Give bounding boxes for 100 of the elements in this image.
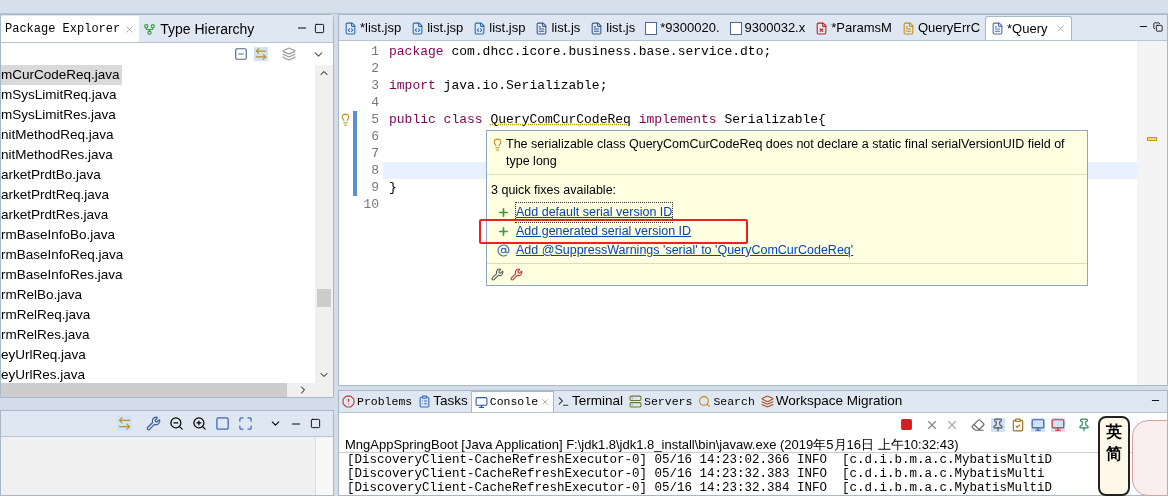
file-tree-item[interactable]: mCurCodeReq.java — [1, 65, 122, 85]
quick-fix-link[interactable]: Add default serial version ID — [516, 202, 673, 222]
file-tree-item[interactable]: eyUrlRes.java — [1, 365, 88, 385]
problem-message: The serializable class QueryComCurCodeReq does not declare a static final serialVersionUID field of type long — [506, 136, 1066, 170]
warning-lightbulb-icon[interactable] — [339, 113, 352, 126]
vertical-scrollbar[interactable] — [315, 65, 333, 383]
configure-icon[interactable] — [491, 268, 504, 281]
file-tree-item[interactable]: arketPrdtBo.java — [1, 165, 103, 185]
quick-fix-link[interactable]: Add @SuppressWarnings 'serial' to 'QueryComCurCodeReq' — [516, 240, 854, 260]
editor-tab[interactable]: *ParamsM — [810, 16, 897, 40]
configure-problem-icon[interactable] — [510, 268, 523, 281]
editor-tab[interactable]: QueryErrC — [896, 16, 986, 40]
code-token: java.io.Serializable; — [443, 77, 608, 94]
code-token: com.dhcc.icore.business.base.service.dto; — [451, 43, 772, 60]
editor-tab[interactable]: list.jsp — [406, 16, 469, 40]
view-tab[interactable]: Package Explorer — [1, 16, 140, 42]
file-tree-item[interactable]: eyUrlReq.java — [1, 345, 88, 365]
pin-console-icon[interactable] — [1077, 417, 1091, 432]
jsp-file-icon — [411, 21, 425, 35]
code-token: implements — [638, 111, 717, 128]
code-token: Serializable{ — [724, 111, 826, 128]
code-token: } — [389, 179, 397, 196]
line-number: 1 — [370, 43, 380, 60]
console-line: [DiscoveryClient-CacheRefreshExecutor-0] 05/16 14:23:32.383 INFO [c.d.i.b.m.a.c.MybatisMulti — [347, 467, 1045, 481]
code-token: public class — [389, 111, 483, 128]
fit-icon[interactable] — [238, 416, 253, 431]
terminate-icon[interactable] — [900, 418, 913, 431]
view-tab[interactable]: Search — [695, 391, 758, 412]
editor-tab[interactable]: *list.jsp — [339, 16, 407, 40]
line-number: 6 — [370, 128, 380, 145]
clear-console-icon[interactable] — [971, 417, 985, 432]
warning-marker[interactable] — [1147, 137, 1157, 141]
file-tree-item[interactable]: arketPrdtReq.java — [1, 185, 112, 205]
file-tree-item[interactable]: mSysLimitReq.java — [1, 85, 119, 105]
quick-fix-summary: 3 quick fixes available: — [490, 182, 618, 199]
view-tab[interactable]: Servers — [626, 391, 696, 412]
link-icon[interactable] — [254, 47, 268, 61]
tool-icon[interactable] — [146, 416, 161, 431]
at-sign-icon — [497, 243, 510, 257]
scroll-lock-icon[interactable] — [991, 417, 1005, 432]
file-tree-item[interactable]: arketPrdtRes.java — [1, 205, 111, 225]
editor-tab[interactable]: list.js — [530, 16, 586, 40]
quick-fix-link[interactable]: Add generated serial version ID — [516, 221, 692, 241]
layers-icon — [760, 395, 774, 408]
code-token: package — [389, 43, 444, 60]
zoom-100-icon[interactable] — [215, 416, 230, 431]
word-wrap-icon[interactable] — [1011, 417, 1025, 432]
scroll-thumb[interactable] — [317, 289, 331, 307]
line-number: 10 — [362, 196, 380, 213]
tasks-icon — [418, 395, 432, 408]
java-file-warning-icon — [901, 21, 915, 35]
line-number: 2 — [370, 60, 380, 77]
line-number: 7 — [370, 145, 380, 162]
warning-lightbulb-icon — [491, 138, 504, 151]
maximize-icon[interactable] — [314, 23, 325, 34]
plus-icon — [497, 205, 510, 219]
maximize-icon[interactable] — [310, 418, 321, 429]
restore-icon[interactable] — [1153, 22, 1163, 32]
file-tree-item[interactable]: rmBaseInfoRes.java — [1, 265, 125, 285]
console-line: [DiscoveryClient-CacheRefreshExecutor-0] 05/16 14:23:32.384 INFO [c.d.i.b.m.a.c.MybatisMultiD — [347, 481, 1053, 495]
console-line: [DiscoveryClient-CacheRefreshExecutor-0] 05/16 14:23:02.366 INFO [c.d.i.b.m.a.c.MybatisMultiD — [347, 453, 1053, 467]
file-tree-item[interactable]: rmRelBo.java — [1, 285, 85, 305]
close-icon[interactable] — [124, 23, 136, 35]
view-tab[interactable]: Terminal — [554, 391, 627, 412]
monitor-icon — [474, 395, 488, 409]
file-tree-item[interactable]: rmBaseInfoReq.java — [1, 245, 126, 265]
close-icon[interactable] — [1054, 23, 1066, 34]
editor-tab[interactable]: list.js — [585, 16, 641, 40]
problems-icon — [342, 395, 355, 408]
link-icon[interactable] — [117, 416, 132, 431]
java-file-icon — [991, 22, 1005, 35]
terminal-icon — [557, 395, 571, 408]
editor-tab[interactable]: *Query — [985, 16, 1072, 40]
line-number: 5 — [370, 111, 380, 128]
view-tab[interactable]: Console — [470, 391, 555, 412]
file-tree-item[interactable]: nitMethodReq.java — [1, 125, 116, 145]
script-file-icon — [590, 21, 604, 35]
view-tab[interactable]: Tasks — [415, 391, 471, 412]
zoom-in-icon[interactable] — [192, 416, 207, 431]
script-file-icon — [535, 21, 549, 35]
view-tab[interactable]: Workspace Migration — [757, 391, 906, 412]
vertical-scrollbar[interactable] — [315, 437, 333, 495]
line-number: 3 — [370, 77, 380, 94]
close-icon[interactable] — [540, 397, 551, 407]
file-tree-item[interactable]: rmRelReq.java — [1, 305, 93, 325]
file-tree-item[interactable]: rmBaseInfoBo.java — [1, 225, 118, 245]
line-number: 8 — [370, 162, 380, 179]
java-file-error-icon — [815, 21, 829, 35]
show-on-output-icon[interactable] — [1031, 417, 1045, 432]
editor-tab[interactable]: *9300020. — [640, 16, 725, 40]
editor-tab[interactable]: list.jsp — [468, 16, 531, 40]
editor-tab[interactable]: 9300032.x — [724, 16, 811, 40]
collapse-all-icon[interactable] — [234, 47, 248, 61]
show-on-error-icon[interactable] — [1051, 417, 1065, 432]
file-tree-item[interactable]: nitMethodRes.java — [1, 145, 115, 165]
filter-icon[interactable] — [282, 47, 296, 61]
view-tab[interactable]: Problems — [339, 391, 416, 412]
zoom-out-icon[interactable] — [169, 416, 184, 431]
file-tree-item[interactable]: rmRelRes.java — [1, 325, 92, 345]
file-tree-item[interactable]: mSysLimitRes.java — [1, 105, 118, 125]
